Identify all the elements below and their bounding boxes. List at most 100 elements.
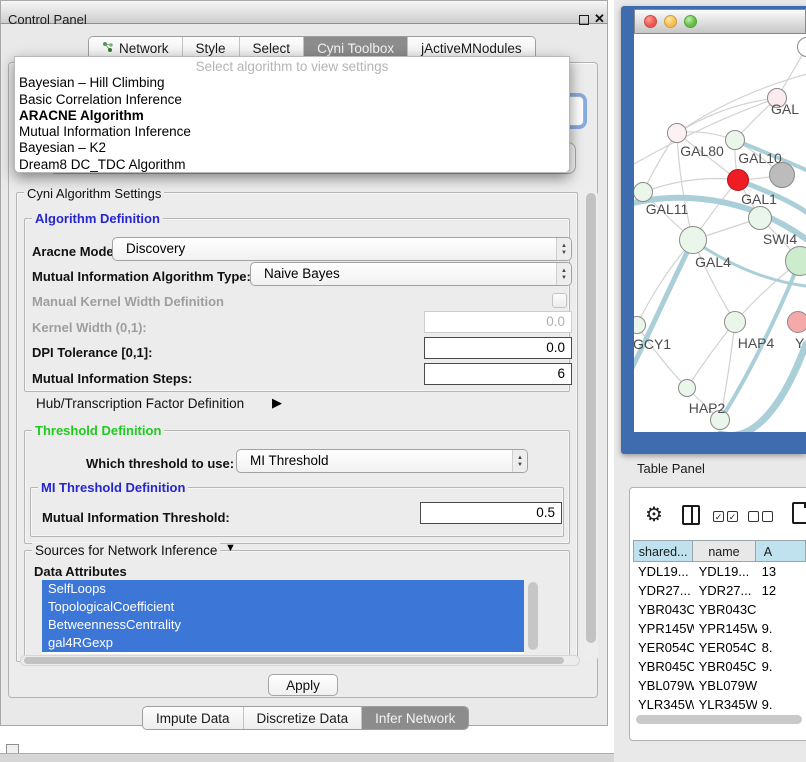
network-window-titlebar[interactable]: [634, 9, 806, 34]
network-node-gal4[interactable]: [679, 226, 707, 254]
kernel-width-input[interactable]: 0.0: [424, 311, 572, 333]
apply-button[interactable]: Apply: [268, 674, 338, 696]
node-label: GAL: [771, 101, 799, 117]
list-scrollbar-thumb[interactable]: [528, 582, 538, 650]
dropdown-item[interactable]: Bayesian – K2: [15, 140, 569, 156]
list-item[interactable]: BetweennessCentrality: [42, 616, 524, 634]
tab-discretize-data-label: Discretize Data: [257, 711, 349, 726]
close-traffic-light-icon[interactable]: [644, 15, 657, 28]
mi-type-value: Naive Bayes: [251, 263, 556, 285]
network-node[interactable]: [667, 123, 687, 143]
network-node[interactable]: [678, 379, 696, 397]
table-grid: shared... name A YDL19...YDL19...13 YDR2…: [633, 540, 806, 714]
threshold-definition-title: Threshold Definition: [32, 423, 164, 438]
list-item[interactable]: SelfLoops: [42, 580, 524, 598]
table-body: YDL19...YDL19...13 YDR27...YDR27...12 YB…: [633, 562, 806, 714]
mi-type-label: Mutual Information Algorithm Type:: [32, 269, 251, 284]
network-node[interactable]: [725, 130, 745, 150]
table-panel-title: Table Panel: [637, 461, 705, 476]
which-threshold-label: Which threshold to use:: [86, 456, 234, 471]
combo-stepper-icon: ▲▼: [512, 450, 527, 472]
table-row[interactable]: YER054CYER054C8.: [633, 638, 806, 657]
dropdown-item[interactable]: Dream8 DC_TDC Algorithm: [15, 157, 569, 173]
tab-network-label: Network: [119, 41, 169, 56]
network-node[interactable]: [787, 311, 806, 333]
tab-impute-data-label: Impute Data: [156, 711, 230, 726]
settings-hscrollbar-thumb[interactable]: [24, 657, 564, 664]
tab-infer-network[interactable]: Infer Network: [361, 707, 468, 729]
close-icon[interactable]: ✕: [594, 11, 605, 27]
mi-threshold-input[interactable]: 0.5: [420, 502, 562, 524]
columns-icon[interactable]: [682, 505, 700, 525]
settings-scrollbar-thumb[interactable]: [586, 193, 596, 643]
node-label: GAL4: [695, 254, 731, 270]
column-header-name[interactable]: name: [693, 540, 755, 562]
network-node[interactable]: [724, 311, 746, 333]
table-row[interactable]: YBR045CYBR045C9.: [633, 657, 806, 676]
select-all-checkboxes-icon[interactable]: ✓✓: [713, 511, 738, 522]
screen: Control Panel ✕ Network Style Select Cyn…: [0, 0, 806, 762]
dropdown-item-aracne[interactable]: ARACNE Algorithm: [15, 108, 569, 124]
algorithm-dropdown-popup: Select algorithm to view settings Bayesi…: [14, 56, 570, 173]
node-label: HAP2: [689, 400, 726, 416]
control-panel-title: Control Panel: [8, 12, 87, 27]
aracne-mode-value: Discovery: [113, 238, 556, 260]
combo-stepper-icon: ▲▼: [556, 263, 571, 285]
aracne-mode-combobox[interactable]: Discovery ▲▼: [112, 237, 572, 261]
table-row[interactable]: YLR345WYLR345W9.: [633, 695, 806, 714]
float-panel-icon[interactable]: [579, 15, 589, 25]
network-node[interactable]: [634, 182, 653, 202]
cyni-bottom-tabs: Impute Data Discretize Data Infer Networ…: [142, 706, 469, 730]
list-item[interactable]: TopologicalCoefficient: [42, 598, 524, 616]
control-panel-titlebar: [0, 0, 608, 24]
list-item[interactable]: gal4RGexp: [42, 634, 524, 652]
mi-steps-input[interactable]: 6: [424, 363, 572, 385]
node-label: GAL80: [680, 143, 724, 159]
dpi-tolerance-input[interactable]: 0.0: [424, 337, 572, 359]
tab-impute-data[interactable]: Impute Data: [143, 707, 243, 729]
tab-discretize-data[interactable]: Discretize Data: [243, 707, 362, 729]
node-label: SWI4: [763, 231, 797, 247]
node-label: HAP4: [738, 335, 775, 351]
gear-icon[interactable]: ⚙: [645, 502, 663, 527]
network-node[interactable]: [748, 206, 772, 230]
cyni-algorithm-settings-title: Cyni Algorithm Settings: [24, 186, 164, 201]
column-header-shared-name[interactable]: shared...: [633, 540, 693, 562]
column-header-partial[interactable]: A: [756, 540, 806, 562]
tab-infer-network-label: Infer Network: [375, 711, 455, 726]
mi-threshold-label: Mutual Information Threshold:: [42, 510, 230, 525]
manual-kernel-label: Manual Kernel Width Definition: [32, 294, 224, 309]
table-hscrollbar-thumb[interactable]: [636, 715, 802, 724]
mi-threshold-group-title: MI Threshold Definition: [38, 480, 188, 495]
table-row[interactable]: YPR145WYPR145W9.: [633, 619, 806, 638]
network-view-window[interactable]: GAL GAL80 GAL10 GAL1 GAL11 SWI4 GAL4 GCY…: [621, 6, 806, 454]
combo-stepper-icon: ▲▼: [556, 238, 571, 260]
expanded-arrow-icon[interactable]: ▼: [225, 542, 236, 554]
hub-definition-label: Hub/Transcription Factor Definition: [36, 396, 244, 411]
table-row[interactable]: YBL079WYBL079W: [633, 676, 806, 695]
dpi-tolerance-label: DPI Tolerance [0,1]:: [32, 345, 152, 360]
dropdown-item[interactable]: Bayesian – Hill Climbing: [15, 75, 569, 91]
data-attributes-list: SelfLoops TopologicalCoefficient Between…: [42, 580, 524, 654]
data-attributes-label: Data Attributes: [34, 564, 127, 579]
collapsed-arrow-icon[interactable]: ▶: [272, 395, 282, 411]
file-icon[interactable]: [792, 502, 806, 524]
sources-title: Sources for Network Inference: [32, 543, 220, 558]
network-node-gal1[interactable]: [727, 169, 749, 191]
minimize-traffic-light-icon[interactable]: [664, 15, 677, 28]
table-row[interactable]: YDR27...YDR27...12: [633, 581, 806, 600]
dropdown-item[interactable]: Basic Correlation Inference: [15, 92, 569, 108]
algorithm-definition-title: Algorithm Definition: [32, 211, 163, 226]
node-label: GAL10: [738, 150, 782, 166]
mi-type-combobox[interactable]: Naive Bayes ▲▼: [250, 262, 572, 286]
deselect-all-checkboxes-icon[interactable]: [748, 511, 773, 522]
zoom-traffic-light-icon[interactable]: [684, 15, 697, 28]
network-canvas[interactable]: GAL GAL80 GAL10 GAL1 GAL11 SWI4 GAL4 GCY…: [634, 34, 806, 432]
dropdown-item[interactable]: Mutual Information Inference: [15, 124, 569, 140]
network-tab-icon: [102, 41, 114, 56]
table-row[interactable]: YDL19...YDL19...13: [633, 562, 806, 581]
manual-kernel-checkbox[interactable]: [552, 293, 567, 308]
tab-style-label: Style: [196, 41, 226, 56]
table-row[interactable]: YBR043CYBR043C: [633, 600, 806, 619]
which-threshold-combobox[interactable]: MI Threshold ▲▼: [236, 449, 528, 473]
